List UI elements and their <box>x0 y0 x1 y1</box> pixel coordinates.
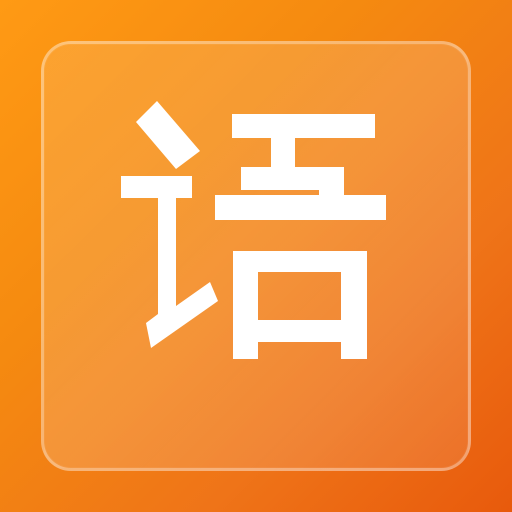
glyph-stroke-top-bar <box>232 114 375 138</box>
yu-glyph-svg <box>121 101 386 359</box>
glyph-stroke-lower-bar <box>215 195 386 220</box>
glyph-stroke-left-body <box>121 176 218 348</box>
glyph-stroke-box <box>233 251 367 359</box>
glyph-stroke-middle-bar <box>241 167 332 190</box>
app-icon <box>0 0 512 512</box>
yu-glyph <box>0 0 512 512</box>
glyph-stroke-dot <box>136 101 200 169</box>
